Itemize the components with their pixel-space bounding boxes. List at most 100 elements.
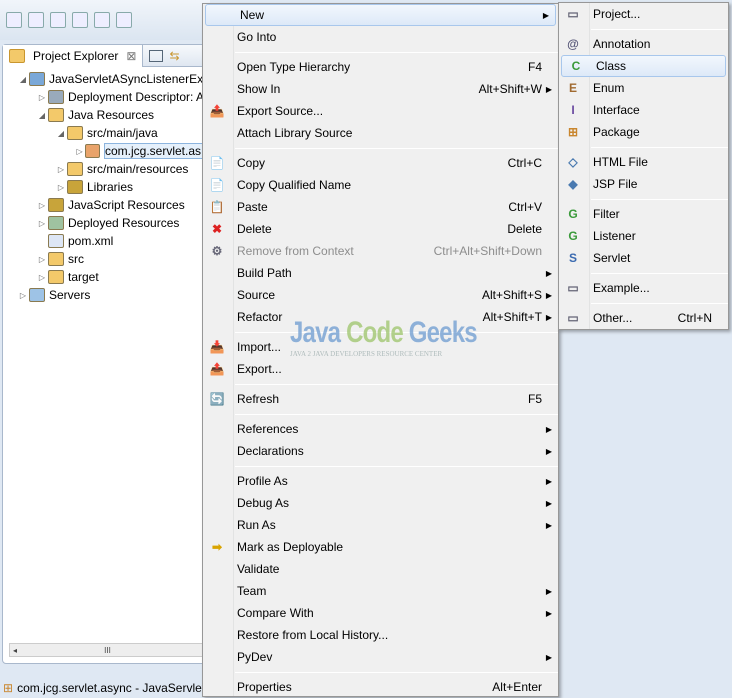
tree-item[interactable]: ▷ com.jcg.servlet.as	[3, 142, 206, 160]
save-icon[interactable]	[28, 12, 44, 28]
remove-from-context-icon: ⚙	[211, 244, 223, 258]
menu-item-import[interactable]: 📥 Import...	[203, 336, 558, 358]
menu-separator	[559, 269, 728, 277]
menu-item-restore-from-local-history[interactable]: Restore from Local History...	[203, 624, 558, 646]
menu-item-servlet[interactable]: S Servlet	[559, 247, 728, 269]
menu-separator	[203, 144, 558, 152]
menu-item-copy[interactable]: 📄 Copy Ctrl+C	[203, 152, 558, 174]
tree-item[interactable]: ▷ src	[3, 250, 206, 268]
menu-item-refactor[interactable]: Refactor Alt+Shift+T ▶	[203, 306, 558, 328]
status-bar: ⊞ com.jcg.servlet.async - JavaServlet	[3, 680, 206, 695]
expand-toggle-icon[interactable]: ◢	[17, 75, 29, 84]
menu-separator	[559, 25, 728, 33]
menu-item-validate[interactable]: Validate	[203, 558, 558, 580]
class-icon: C	[571, 59, 581, 73]
context-menu: New ▶ Go Into Open Type Hierarchy F4 Sho…	[202, 3, 559, 697]
submenu-arrow-icon: ▶	[545, 586, 552, 596]
expand-toggle-icon[interactable]: ▷	[36, 93, 48, 102]
tree-item[interactable]: ◢ src/main/java	[3, 124, 206, 142]
tree-item[interactable]: ◢ JavaServletASyncListenerEx	[3, 70, 206, 88]
expand-toggle-icon[interactable]: ▷	[55, 183, 67, 192]
tree-item[interactable]: ▷ JavaScript Resources	[3, 196, 206, 214]
expand-toggle-icon[interactable]: ▷	[55, 165, 67, 174]
menu-separator	[203, 380, 558, 388]
submenu-arrow-icon: ▶	[545, 290, 552, 300]
menu-item-pydev[interactable]: PyDev ▶	[203, 646, 558, 668]
menu-item-show-in[interactable]: Show In Alt+Shift+W ▶	[203, 78, 558, 100]
menu-item-export[interactable]: 📤 Export...	[203, 358, 558, 380]
other-icon: ▭	[567, 311, 579, 325]
menu-item-go-into[interactable]: Go Into	[203, 26, 558, 48]
tree-item[interactable]: ▷ Servers	[3, 286, 206, 304]
expand-toggle-icon[interactable]: ◢	[55, 129, 67, 138]
menu-item-declarations[interactable]: Declarations ▶	[203, 440, 558, 462]
menu-item-annotation[interactable]: @ Annotation	[559, 33, 728, 55]
menu-item-remove-from-context[interactable]: ⚙ Remove from Context Ctrl+Alt+Shift+Dow…	[203, 240, 558, 262]
menu-item-run-as[interactable]: Run As ▶	[203, 514, 558, 536]
menu-item-paste[interactable]: 📋 Paste Ctrl+V	[203, 196, 558, 218]
tree-item[interactable]: ▷ target	[3, 268, 206, 286]
menu-item-example[interactable]: ▭ Example...	[559, 277, 728, 299]
binary-icon[interactable]	[94, 12, 110, 28]
menu-separator	[203, 462, 558, 470]
menu-item-references[interactable]: References ▶	[203, 418, 558, 440]
menu-item-mark-as-deployable[interactable]: ➡ Mark as Deployable	[203, 536, 558, 558]
menu-item-package[interactable]: ⊞ Package	[559, 121, 728, 143]
menu-item-enum[interactable]: E Enum	[559, 77, 728, 99]
tab-project-explorer[interactable]: Project Explorer ⊠	[3, 44, 144, 67]
close-icon[interactable]: ⊠	[126, 49, 136, 63]
menu-item-compare-with[interactable]: Compare With ▶	[203, 602, 558, 624]
menu-item-interface[interactable]: I Interface	[559, 99, 728, 121]
tree-item[interactable]: ▷ Libraries	[3, 178, 206, 196]
menu-item-jsp-file[interactable]: ◆ JSP File	[559, 173, 728, 195]
horizontal-scrollbar[interactable]: ◂ III	[9, 643, 206, 657]
link-editor-icon[interactable]: ⇆	[169, 49, 179, 63]
menu-item-project[interactable]: ▭ Project...	[559, 3, 728, 25]
collapse-all-icon[interactable]	[149, 49, 164, 62]
export-source-icon: 📤	[209, 104, 225, 118]
expand-toggle-icon[interactable]: ▷	[36, 219, 48, 228]
save-all-icon[interactable]	[50, 12, 66, 28]
menu-item-open-type-hierarchy[interactable]: Open Type Hierarchy F4	[203, 56, 558, 78]
new-icon[interactable]	[6, 12, 22, 28]
tree-item[interactable]: ▷ Deployment Descriptor: A	[3, 88, 206, 106]
menu-item-filter[interactable]: G Filter	[559, 203, 728, 225]
tree-item[interactable]: ▷ Deployed Resources	[3, 214, 206, 232]
menu-item-profile-as[interactable]: Profile As ▶	[203, 470, 558, 492]
menu-item-html-file[interactable]: ◇ HTML File	[559, 151, 728, 173]
menu-item-new[interactable]: New ▶	[205, 4, 556, 26]
jsp-file-icon: ◆	[568, 177, 578, 191]
project-icon: ▭	[567, 7, 579, 21]
menu-item-export-source[interactable]: 📤 Export Source...	[203, 100, 558, 122]
expand-toggle-icon[interactable]: ▷	[36, 273, 48, 282]
expand-toggle-icon[interactable]: ▷	[36, 201, 48, 210]
menu-item-refresh[interactable]: 🔄 Refresh F5	[203, 388, 558, 410]
menu-item-listener[interactable]: G Listener	[559, 225, 728, 247]
copy-icon: 📄	[209, 156, 225, 170]
menu-item-properties[interactable]: Properties Alt+Enter	[203, 676, 558, 698]
tree-item[interactable]: ◢ Java Resources	[3, 106, 206, 124]
tree-item[interactable]: ▷ src/main/resources	[3, 160, 206, 178]
copy-qualified-name-icon: 📄	[209, 178, 225, 192]
menu-item-build-path[interactable]: Build Path ▶	[203, 262, 558, 284]
skip-breakpoints-icon[interactable]	[116, 12, 132, 28]
servlet-icon: S	[568, 251, 577, 265]
print-icon[interactable]	[72, 12, 88, 28]
menu-item-source[interactable]: Source Alt+Shift+S ▶	[203, 284, 558, 306]
menu-separator	[559, 195, 728, 203]
submenu-arrow-icon: ▶	[545, 268, 552, 278]
menu-item-debug-as[interactable]: Debug As ▶	[203, 492, 558, 514]
expand-toggle-icon[interactable]: ▷	[74, 147, 85, 156]
tree-item[interactable]: pom.xml	[3, 232, 206, 250]
menu-item-other[interactable]: ▭ Other... Ctrl+N	[559, 307, 728, 329]
menu-item-team[interactable]: Team ▶	[203, 580, 558, 602]
menu-item-class[interactable]: C Class	[561, 55, 726, 77]
menu-item-delete[interactable]: ✖ Delete Delete	[203, 218, 558, 240]
expand-toggle-icon[interactable]: ▷	[17, 291, 29, 300]
folder-icon	[67, 162, 83, 176]
expand-toggle-icon[interactable]: ◢	[36, 111, 48, 120]
menu-item-attach-library-source[interactable]: Attach Library Source	[203, 122, 558, 144]
menu-item-copy-qualified-name[interactable]: 📄 Copy Qualified Name	[203, 174, 558, 196]
paste-icon: 📋	[209, 200, 225, 214]
expand-toggle-icon[interactable]: ▷	[36, 255, 48, 264]
